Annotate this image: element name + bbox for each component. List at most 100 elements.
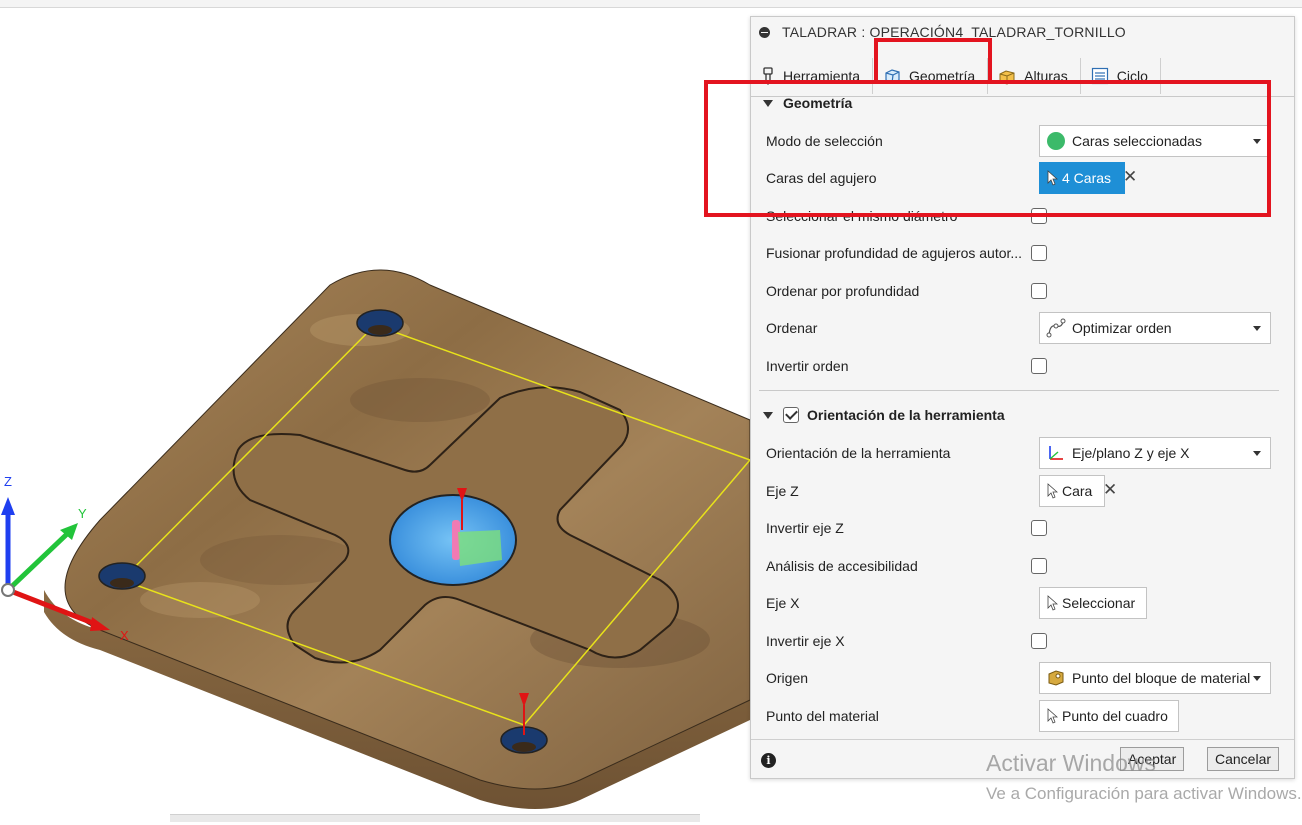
orientation-section-header[interactable]: Orientación de la herramienta	[763, 407, 1005, 423]
row-accesibilidad: Análisis de accesibilidad	[766, 549, 1281, 583]
collapse-dot-icon[interactable]	[759, 26, 770, 38]
selection-count: 4 Caras	[1062, 170, 1112, 186]
field-label: Invertir eje Z	[766, 520, 844, 536]
section-title: Geometría	[783, 95, 853, 111]
tab-herramienta[interactable]: Herramienta	[751, 58, 874, 94]
cancel-button[interactable]: Cancelar	[1207, 747, 1280, 771]
tab-label: Herramienta	[783, 68, 861, 84]
row-fusionar: Fusionar profundidad de agujeros autor..…	[766, 236, 1281, 270]
cycle-list-icon	[1091, 67, 1109, 85]
row-ordenar: Ordenar Optimizar orden	[766, 311, 1281, 345]
dropdown-value: Optimizar orden	[1072, 320, 1172, 336]
row-eje-x: Eje X Seleccionar	[766, 586, 1281, 620]
merge-depth-checkbox[interactable]	[1031, 245, 1047, 261]
field-label: Invertir eje X	[766, 633, 845, 649]
field-label: Análisis de accesibilidad	[766, 558, 918, 574]
info-icon[interactable]: i	[761, 753, 776, 768]
row-caras-agujero: Caras del agujero 4 Caras ✕	[766, 161, 1281, 195]
windows-watermark-subtitle: Ve a Configuración para activar Windows.	[986, 784, 1302, 803]
row-invertir-z: Invertir eje Z	[766, 511, 1281, 545]
cursor-arrow-icon	[1046, 483, 1058, 499]
selection-value: Seleccionar	[1062, 595, 1136, 611]
field-label: Ordenar por profundidad	[766, 283, 920, 299]
cursor-arrow-icon	[1046, 170, 1058, 186]
axis-label-y: Y	[78, 506, 87, 521]
selection-mode-dropdown[interactable]: Caras seleccionadas	[1039, 125, 1271, 157]
row-invertir-x: Invertir eje X	[766, 624, 1281, 658]
section-title: Orientación de la herramienta	[807, 407, 1005, 423]
same-diameter-checkbox[interactable]	[1031, 208, 1047, 224]
green-circle-icon	[1046, 131, 1066, 151]
accessibility-checkbox[interactable]	[1031, 558, 1047, 574]
drill-tool-icon	[761, 67, 775, 85]
geometry-section-header[interactable]: Geometría	[763, 95, 852, 111]
tool-orientation-dropdown[interactable]: Eje/plano Z y eje X	[1039, 437, 1271, 469]
axis-orientation-icon	[1046, 443, 1066, 463]
field-label: Punto del material	[766, 708, 879, 724]
section-divider	[759, 390, 1279, 391]
chevron-down-icon	[1253, 139, 1261, 144]
top-window-edge	[0, 0, 1302, 8]
panel-title-bar: TALADRAR : OPERACIÓN4_TALADRAR_TORNILLO	[751, 17, 1294, 47]
tab-label: Geometría	[909, 68, 976, 84]
tab-label: Ciclo	[1116, 68, 1148, 84]
selection-value: Cara	[1062, 483, 1093, 499]
chevron-down-icon	[1253, 676, 1261, 681]
field-label: Eje X	[766, 595, 800, 611]
order-by-depth-checkbox[interactable]	[1031, 283, 1047, 299]
drill-operation-panel: TALADRAR : OPERACIÓN4_TALADRAR_TORNILLO …	[750, 16, 1295, 779]
cursor-arrow-icon	[1046, 595, 1058, 611]
stock-point-selection-button[interactable]: Punto del cuadro	[1039, 700, 1179, 732]
z-axis-selection-button[interactable]: Cara	[1039, 475, 1105, 507]
row-ordenar-profundidad: Ordenar por profundidad	[766, 274, 1281, 308]
reverse-order-checkbox[interactable]	[1031, 358, 1047, 374]
row-mismo-diametro: Seleccionar el mismo diámetro	[766, 199, 1281, 233]
chevron-down-icon	[1253, 326, 1261, 331]
collapse-triangle-icon	[763, 99, 773, 107]
windows-watermark-title: Activar Windows	[986, 750, 1156, 776]
panel-title: TALADRAR : OPERACIÓN4_TALADRAR_TORNILLO	[782, 24, 1126, 40]
row-punto-material: Punto del material Punto del cuadro	[766, 699, 1281, 733]
dropdown-value: Caras seleccionadas	[1072, 133, 1202, 149]
tab-ciclo[interactable]: Ciclo	[1081, 58, 1161, 94]
hole-faces-selection-button[interactable]: 4 Caras	[1039, 162, 1125, 194]
field-label: Seleccionar el mismo diámetro	[766, 208, 958, 224]
field-label: Orientación de la herramienta	[766, 445, 951, 461]
field-label: Invertir orden	[766, 358, 849, 374]
clear-z-axis-icon[interactable]: ✕	[1103, 480, 1117, 500]
collapse-triangle-icon	[763, 411, 773, 419]
dropdown-value: Punto del bloque de material	[1072, 670, 1251, 686]
field-label: Fusionar profundidad de agujeros autor..…	[766, 245, 1023, 261]
dropdown-value: Eje/plano Z y eje X	[1072, 445, 1190, 461]
tab-bar: Herramienta Geometría Alturas Ciclo	[751, 47, 1294, 97]
flip-z-checkbox[interactable]	[1031, 520, 1047, 536]
x-axis-selection-button[interactable]: Seleccionar	[1039, 587, 1147, 619]
selection-value: Punto del cuadro	[1062, 708, 1168, 724]
origin-dropdown[interactable]: Punto del bloque de material	[1039, 662, 1271, 694]
field-label: Modo de selección	[766, 133, 883, 149]
axis-label-x: X	[120, 628, 129, 643]
heights-box-icon	[998, 67, 1016, 85]
row-orientacion: Orientación de la herramienta Eje/plano …	[766, 436, 1281, 470]
viewport-navigation-bar[interactable]	[170, 814, 700, 822]
row-origen: Origen Punto del bloque de material	[766, 661, 1281, 695]
tab-geometria[interactable]: Geometría	[873, 58, 989, 94]
tab-alturas[interactable]: Alturas	[988, 58, 1081, 94]
row-eje-z: Eje Z Cara ✕	[766, 474, 1281, 508]
field-label: Eje Z	[766, 483, 799, 499]
row-modo-seleccion: Modo de selección Caras seleccionadas	[766, 124, 1281, 158]
cursor-arrow-icon	[1046, 708, 1058, 724]
row-invertir-orden: Invertir orden	[766, 349, 1281, 383]
field-label: Caras del agujero	[766, 170, 877, 186]
y-axis-arrow	[6, 531, 70, 592]
flip-x-checkbox[interactable]	[1031, 633, 1047, 649]
chevron-down-icon	[1253, 451, 1261, 456]
axis-label-z: Z	[4, 474, 12, 489]
field-label: Ordenar	[766, 320, 818, 336]
orientation-enable-checkbox[interactable]	[783, 407, 799, 423]
clear-selection-icon[interactable]: ✕	[1123, 167, 1137, 187]
field-label: Origen	[766, 670, 809, 686]
order-dropdown[interactable]: Optimizar orden	[1039, 312, 1271, 344]
geometry-cube-icon	[883, 67, 901, 85]
button-label: Cancelar	[1215, 751, 1272, 767]
